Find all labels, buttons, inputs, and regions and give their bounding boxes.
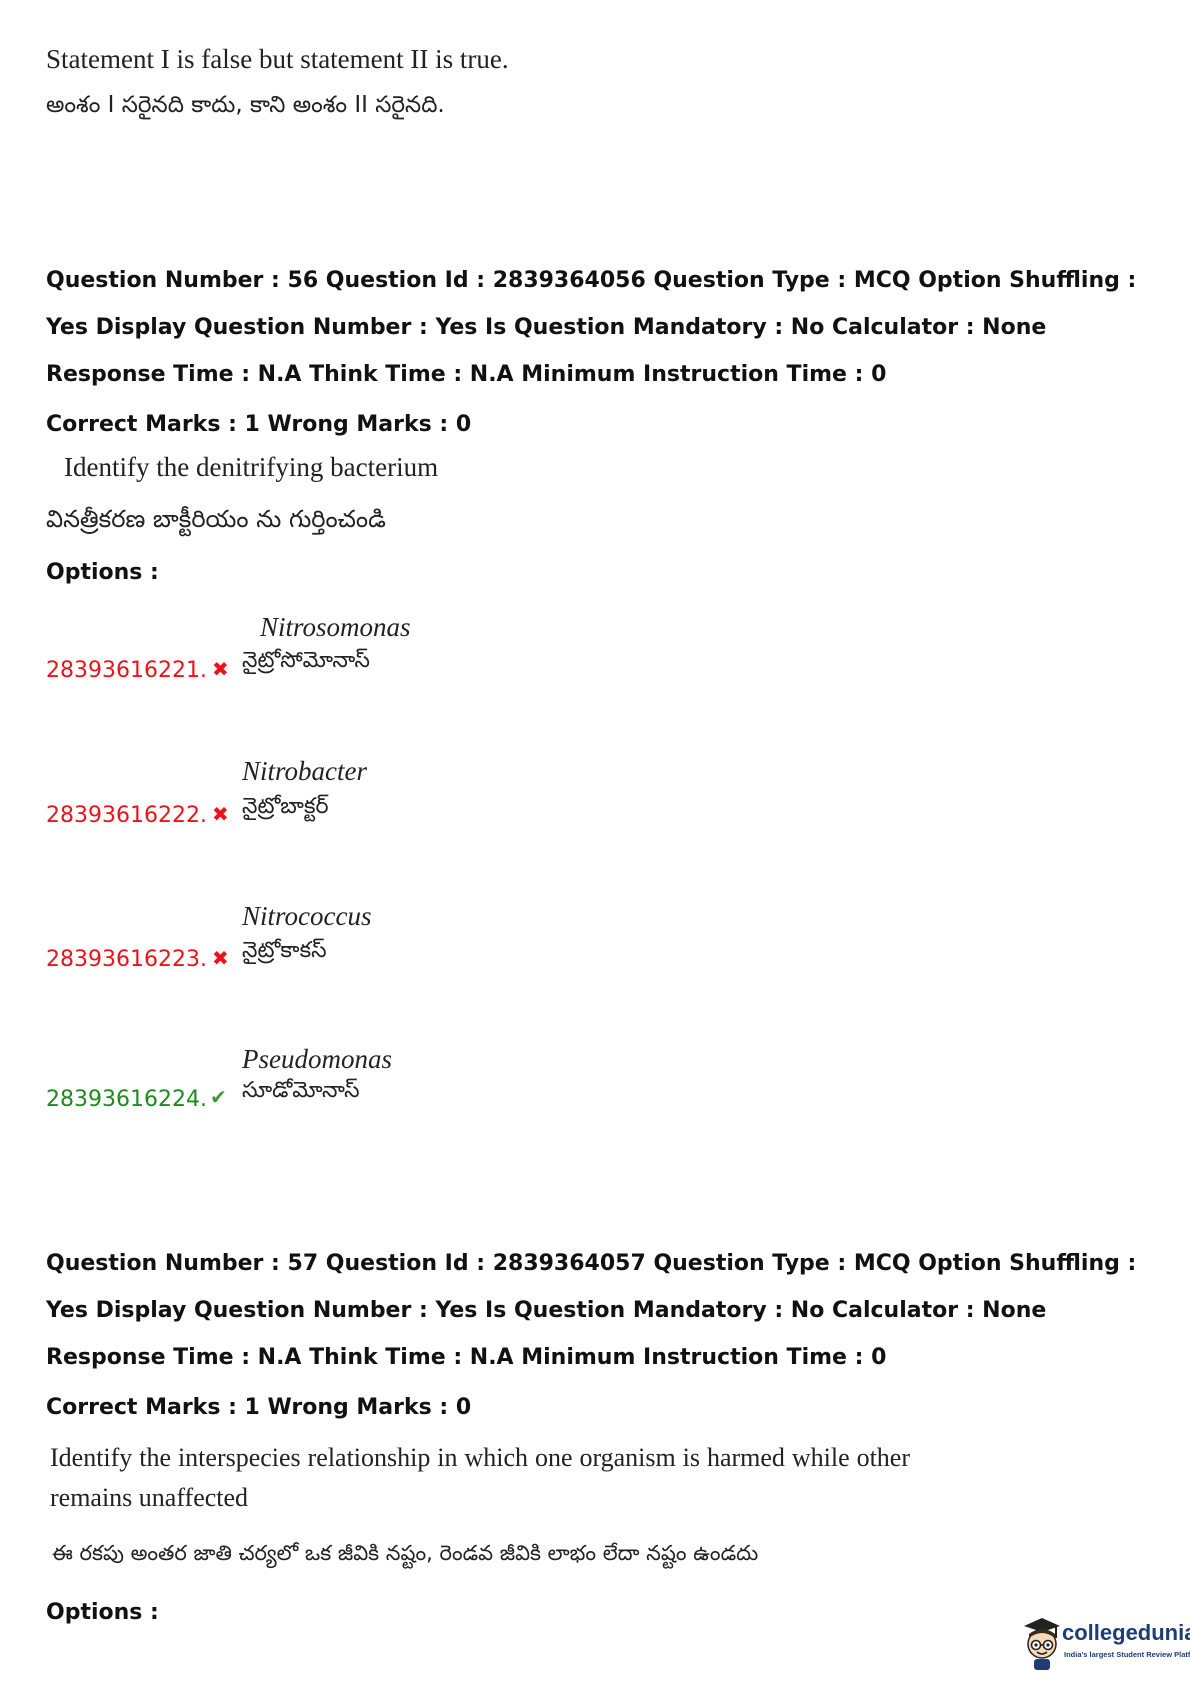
question-56-text-english: Identify the denitrifying bacterium — [64, 452, 439, 482]
option-telugu: సూడోమోనాస్ — [242, 1078, 360, 1103]
option-telugu: నైట్రోబాక్టర్ — [242, 794, 329, 819]
question-56-marks: Correct Marks : 1 Wrong Marks : 0 — [46, 412, 472, 437]
question-56-meta: Question Number : 56 Question Id : 28393… — [46, 268, 1137, 387]
cross-icon: ✖ — [212, 657, 229, 681]
cross-icon: ✖ — [212, 946, 229, 970]
option-telugu: నైట్రోసోమోనాస్ — [242, 648, 370, 673]
option-id: 28393616222. — [46, 803, 207, 828]
collegedunia-logo: collegedunia India's largest Student Rev… — [1020, 1614, 1190, 1674]
statement-english: Statement I is false but statement II is… — [46, 44, 509, 74]
option-english: Nitrococcus — [242, 901, 372, 931]
question-57-marks: Correct Marks : 1 Wrong Marks : 0 — [46, 1395, 472, 1420]
question-57-text-english: Identify the interspecies relationship i… — [50, 1443, 910, 1512]
question-56-options-label: Options : — [46, 560, 159, 585]
check-icon: ✔ — [210, 1085, 227, 1109]
option-id: 28393616221. — [46, 658, 207, 683]
option-id: 28393616223. — [46, 947, 207, 972]
question-57-text-telugu: ఈ రకపు అంతర జాతి చర్యలో ఒక జీవికి నష్టం,… — [52, 1541, 759, 1565]
statement-telugu: అంశం I సరైనది కాదు, కాని అంశం II సరైనది. — [46, 92, 445, 118]
logo-name: collegedunia — [1062, 1620, 1190, 1645]
cross-icon: ✖ — [212, 802, 229, 826]
question-57-meta: Question Number : 57 Question Id : 28393… — [46, 1251, 1137, 1370]
question-57-options-label: Options : — [46, 1600, 159, 1625]
question-56-text-telugu: వినత్రీకరణ బాక్టీరియం ను గుర్తించండి — [46, 505, 386, 533]
logo-tagline: India's largest Student Review Platform — [1064, 1650, 1190, 1659]
option-english: Nitrosomonas — [260, 612, 411, 642]
option-english: Pseudomonas — [242, 1044, 392, 1074]
student-mascot-icon — [1024, 1618, 1060, 1670]
option-id: 28393616224. — [46, 1087, 207, 1112]
option-telugu: నైట్రోకాకస్ — [242, 938, 327, 963]
option-english: Nitrobacter — [242, 756, 367, 786]
